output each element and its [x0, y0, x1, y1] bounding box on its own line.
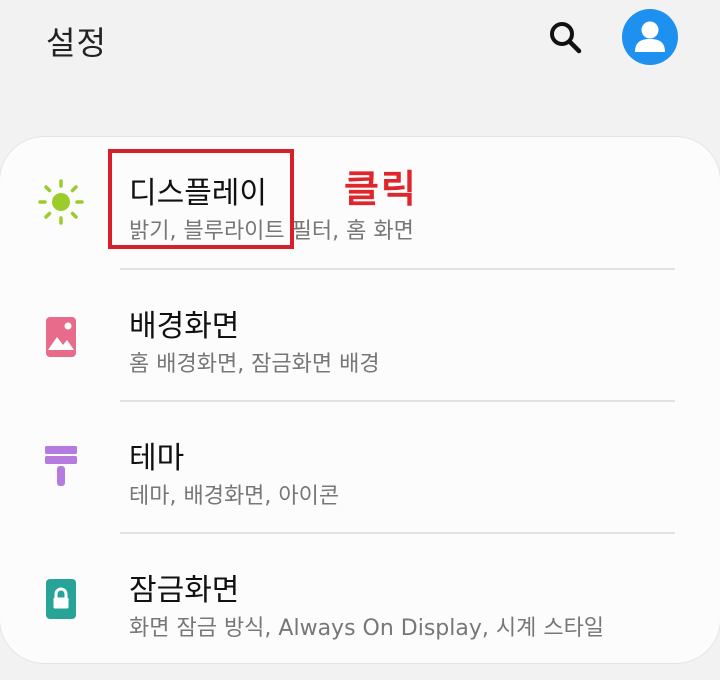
highlight-box [108, 149, 294, 249]
app-header: 설정 [0, 0, 720, 80]
search-icon[interactable] [546, 18, 586, 58]
page-title: 설정 [46, 24, 107, 62]
settings-item-theme[interactable]: 테마 테마, 배경화면, 아이콘 [0, 402, 720, 534]
settings-item-subtitle: 테마, 배경화면, 아이콘 [129, 484, 340, 509]
paintbrush-icon [36, 442, 86, 492]
sun-icon [36, 177, 86, 227]
settings-item-label: 테마 [129, 441, 185, 476]
lock-icon [36, 574, 86, 624]
account-icon[interactable] [622, 9, 678, 65]
wallpaper-icon [36, 312, 86, 362]
settings-item-label: 배경화면 [129, 309, 240, 344]
settings-item-wallpaper[interactable]: 배경화면 홈 배경화면, 잠금화면 배경 [0, 270, 720, 402]
click-annotation: 클릭 [344, 167, 418, 211]
settings-item-subtitle: 홈 배경화면, 잠금화면 배경 [129, 352, 380, 377]
settings-item-lockscreen[interactable]: 잠금화면 화면 잠금 방식, Always On Display, 시계 스타일 [0, 534, 720, 666]
settings-item-subtitle: 화면 잠금 방식, Always On Display, 시계 스타일 [129, 616, 605, 641]
settings-item-label: 잠금화면 [129, 573, 240, 608]
